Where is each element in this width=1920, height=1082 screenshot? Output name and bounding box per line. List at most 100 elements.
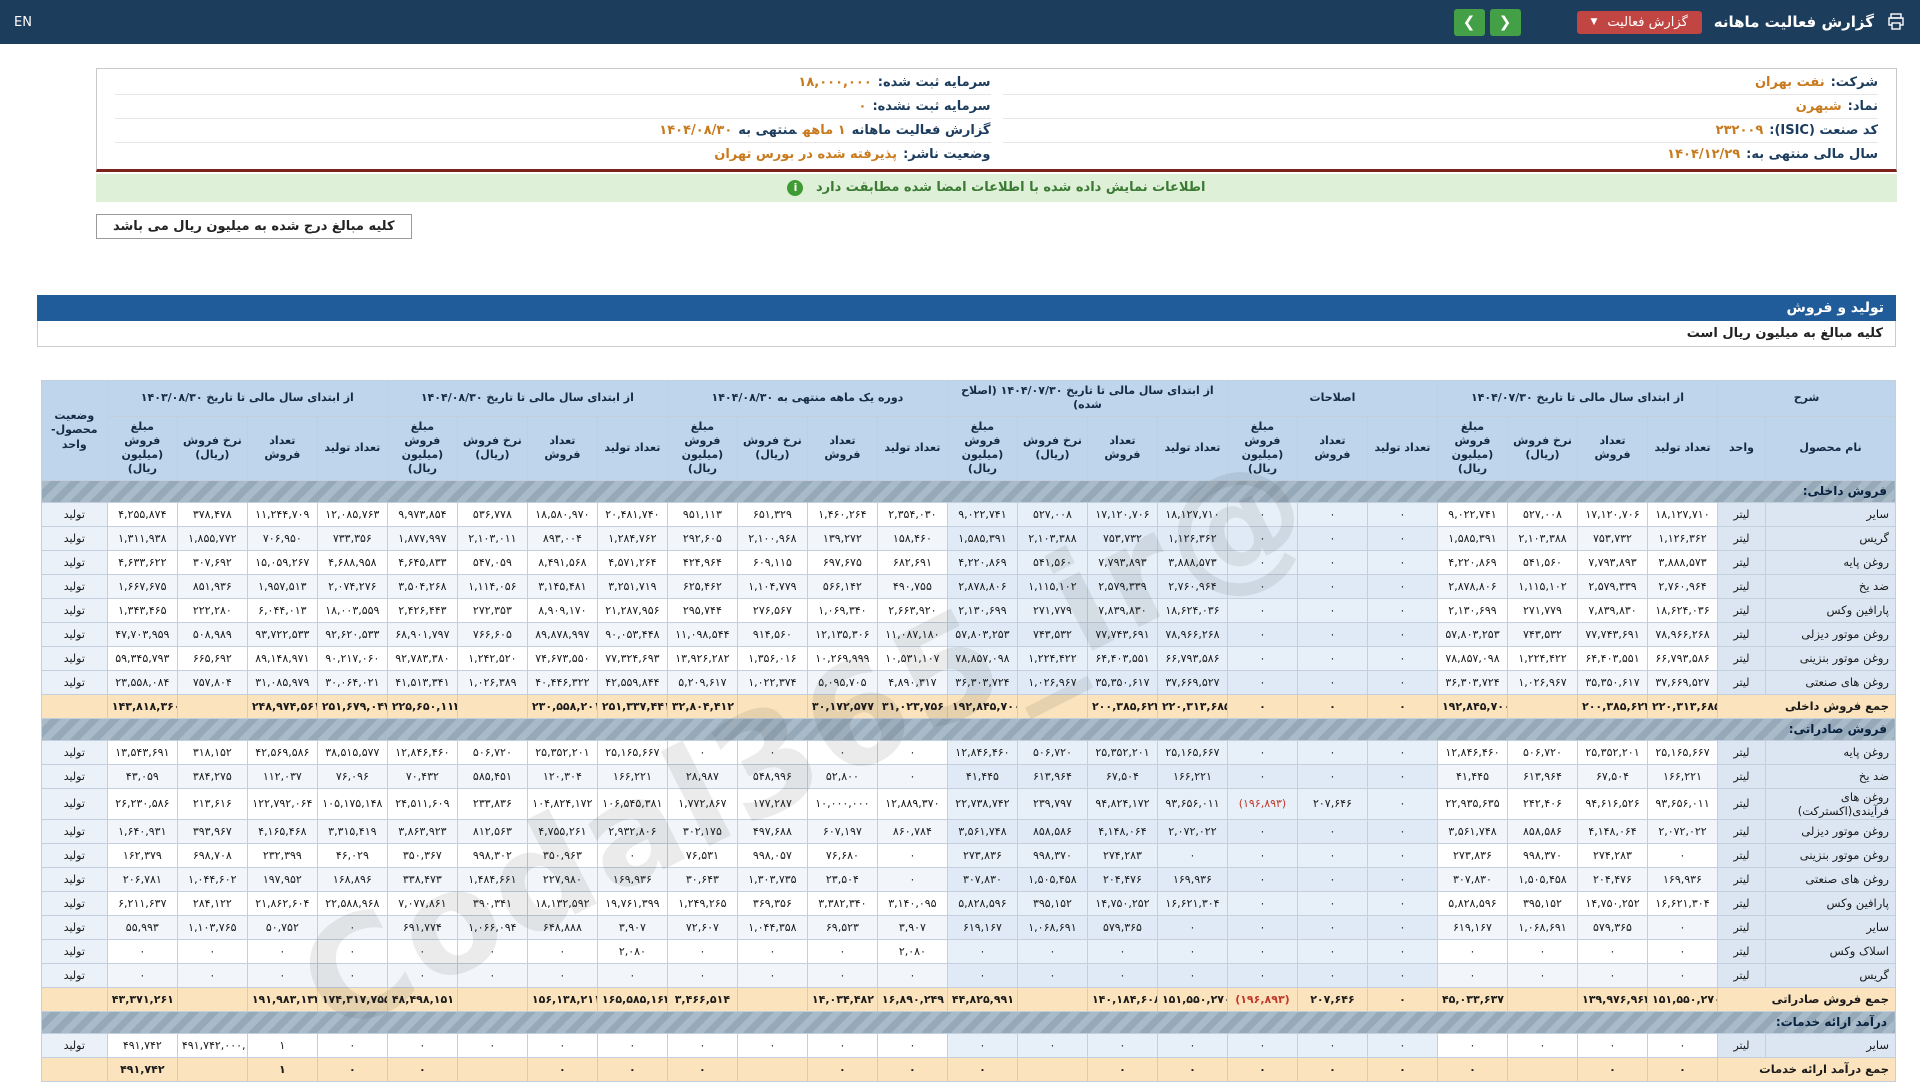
value-cell: ۱۸,۵۸۰,۹۷۰ xyxy=(527,502,597,526)
product-name-cell: روغن موتور بنزینی xyxy=(1766,843,1896,867)
value-cell: ۲,۷۶۰,۹۶۴ xyxy=(1157,574,1227,598)
column-subheader: مبلغ فروش (میلیون ریال) xyxy=(107,416,177,480)
value-cell: ۷۵۳,۷۳۲ xyxy=(1087,526,1157,550)
value-cell: ۰ xyxy=(877,740,947,764)
value-cell: ۰ xyxy=(1227,1057,1297,1081)
value-cell: ۱۶۲,۳۷۹ xyxy=(107,843,177,867)
value-cell: ۴۷,۷۰۳,۹۵۹ xyxy=(107,622,177,646)
value-cell: ۶۱۳,۹۶۴ xyxy=(1508,764,1578,788)
value-cell: ۰ xyxy=(1367,1057,1437,1081)
value-cell: (۱۹۶,۸۹۳) xyxy=(1227,788,1297,819)
value-cell: ۹۹۸,۳۷۰ xyxy=(1508,843,1578,867)
value-cell: ۱۷,۱۲۰,۷۰۶ xyxy=(1087,502,1157,526)
value-cell: ۹,۰۲۲,۷۴۱ xyxy=(947,502,1017,526)
next-report-button[interactable]: ❯ xyxy=(1454,9,1485,36)
value-cell: ۰ xyxy=(877,963,947,987)
report-type-dropdown[interactable]: گزارش فعالیت ▼ xyxy=(1577,11,1702,34)
value-cell: ۱,۲۲۴,۴۲۲ xyxy=(1508,646,1578,670)
value-cell: ۰ xyxy=(597,963,667,987)
info-label: سرمایه ثبت شده: xyxy=(878,75,991,90)
value-cell: ۱,۱۰۳,۷۶۵ xyxy=(177,915,247,939)
value-cell: ۲,۱۰۳,۰۱۱ xyxy=(457,526,527,550)
value-cell: ۰ xyxy=(1367,843,1437,867)
value-cell: ۱۱,۲۴۴,۷۰۹ xyxy=(247,502,317,526)
value-cell: ۰ xyxy=(457,939,527,963)
value-cell: ۰ xyxy=(1648,915,1718,939)
product-name-cell: گریس xyxy=(1766,963,1896,987)
value-cell: ۵۷۹,۳۶۵ xyxy=(1578,915,1648,939)
value-cell: ۲۲,۷۳۸,۷۴۲ xyxy=(947,788,1017,819)
value-cell: ۱۳,۹۲۶,۲۸۲ xyxy=(667,646,737,670)
value-cell: ۱۱,۰۸۷,۱۸۰ xyxy=(877,622,947,646)
product-status-cell: تولید xyxy=(41,574,107,598)
value-cell: ۰ xyxy=(1437,1033,1507,1057)
info-value: پذیرفته شده در بورس تهران xyxy=(714,147,897,162)
value-cell: ۲۷۶,۵۶۷ xyxy=(737,598,807,622)
table-row: پارافین وکسلیتر۱۸,۶۲۴,۰۳۶۷,۸۳۹,۸۳۰۲۷۱,۷۷… xyxy=(41,598,1895,622)
value-cell: ۰ xyxy=(1648,939,1718,963)
column-subheader: مبلغ فروش (میلیون ریال) xyxy=(667,416,737,480)
language-toggle-en[interactable]: EN xyxy=(14,15,32,30)
value-cell: ۶۰۹,۱۱۵ xyxy=(737,550,807,574)
value-cell: ۱۲,۸۴۶,۴۶۰ xyxy=(1437,740,1507,764)
value-cell: ۰ xyxy=(527,963,597,987)
value-cell xyxy=(1508,1057,1578,1081)
table-row: ضد یخلیتر۱۶۶,۲۲۱۶۷,۵۰۴۶۱۳,۹۶۴۴۱,۴۴۵۰۰۰۱۶… xyxy=(41,764,1895,788)
value-cell: ۴,۸۹۰,۳۱۷ xyxy=(877,670,947,694)
product-status-cell: تولید xyxy=(41,819,107,843)
value-cell: ۴,۶۴۵,۸۳۳ xyxy=(387,550,457,574)
value-cell: ۲۶,۲۳۰,۵۸۶ xyxy=(107,788,177,819)
value-cell: ۱۰۵,۱۷۵,۱۴۸ xyxy=(317,788,387,819)
value-cell: ۲,۱۳۰,۶۹۹ xyxy=(947,598,1017,622)
value-cell: ۲۰۰,۳۸۵,۶۲۴ xyxy=(1578,694,1648,718)
value-cell: ۱,۵۰۵,۴۵۸ xyxy=(1508,867,1578,891)
value-cell: ۱۶۶,۲۲۱ xyxy=(1648,764,1718,788)
product-status-cell xyxy=(41,1057,107,1081)
value-cell: ۱,۵۰۵,۴۵۸ xyxy=(1017,867,1087,891)
previous-report-button[interactable]: ❮ xyxy=(1490,9,1521,36)
value-cell: ۵۷,۸۰۳,۲۵۳ xyxy=(1437,622,1507,646)
value-cell: ۵۳۶,۷۷۸ xyxy=(457,502,527,526)
column-group-header: اصلاحات xyxy=(1227,381,1437,417)
value-cell: ۵۰۶,۷۲۰ xyxy=(457,740,527,764)
value-cell: ۰ xyxy=(1087,939,1157,963)
value-cell: ۰ xyxy=(457,963,527,987)
value-cell: ۶۷,۵۰۴ xyxy=(1087,764,1157,788)
product-status-cell xyxy=(41,987,107,1011)
value-cell: ۰ xyxy=(1578,1057,1648,1081)
value-cell: ۱۸,۶۲۴,۰۳۶ xyxy=(1157,598,1227,622)
info-row: سرمایه ثبت نشده:۰ xyxy=(115,95,991,119)
value-cell: ۳۸,۵۱۵,۵۷۷ xyxy=(317,740,387,764)
product-name-cell: سایر xyxy=(1766,1033,1896,1057)
value-cell: ۲۵,۳۵۲,۲۰۱ xyxy=(1087,740,1157,764)
value-cell: ۱,۰۲۶,۹۶۷ xyxy=(1508,670,1578,694)
value-cell xyxy=(177,987,247,1011)
report-nav-buttons: ❮ ❯ xyxy=(1454,9,1521,36)
value-cell: ۰ xyxy=(1227,867,1297,891)
value-cell: ۹۰,۰۵۳,۴۴۸ xyxy=(597,622,667,646)
value-cell: ۳۰,۰۶۴,۰۲۱ xyxy=(317,670,387,694)
value-cell: ۱۶,۶۲۱,۳۰۴ xyxy=(1157,891,1227,915)
value-cell: ۲,۴۲۶,۴۴۳ xyxy=(387,598,457,622)
value-cell xyxy=(1017,694,1087,718)
value-cell: ۲,۰۷۲,۰۲۲ xyxy=(1648,819,1718,843)
product-name-cell: ضد یخ xyxy=(1766,764,1896,788)
value-cell: ۸۵۱,۹۳۶ xyxy=(177,574,247,598)
value-cell: ۱۶,۸۹۰,۲۴۹ xyxy=(877,987,947,1011)
value-cell: ۱۷۷,۲۸۷ xyxy=(737,788,807,819)
value-cell: ۲,۱۰۰,۹۶۸ xyxy=(737,526,807,550)
value-cell: ۰ xyxy=(1227,574,1297,598)
value-cell: ۵۴۱,۵۶۰ xyxy=(1508,550,1578,574)
value-cell: ۱۳۹,۹۷۶,۹۶۲ xyxy=(1578,987,1648,1011)
product-name-cell: پارافین وکس xyxy=(1766,598,1896,622)
value-cell: ۱,۱۱۵,۱۰۲ xyxy=(1508,574,1578,598)
unit-cell: لیتر xyxy=(1718,1033,1766,1057)
value-cell: ۰ xyxy=(1437,939,1507,963)
value-cell: ۶۹۸,۷۰۸ xyxy=(177,843,247,867)
value-cell: ۰ xyxy=(1227,646,1297,670)
printer-icon[interactable] xyxy=(1886,12,1906,32)
value-cell: ۱,۶۶۷,۶۷۵ xyxy=(107,574,177,598)
value-cell: ۵۲۷,۰۰۸ xyxy=(1017,502,1087,526)
unit-cell: لیتر xyxy=(1718,502,1766,526)
table-row: روغن موتور بنزینیلیتر۰۲۷۴,۲۸۳۹۹۸,۳۷۰۲۷۳,… xyxy=(41,843,1895,867)
